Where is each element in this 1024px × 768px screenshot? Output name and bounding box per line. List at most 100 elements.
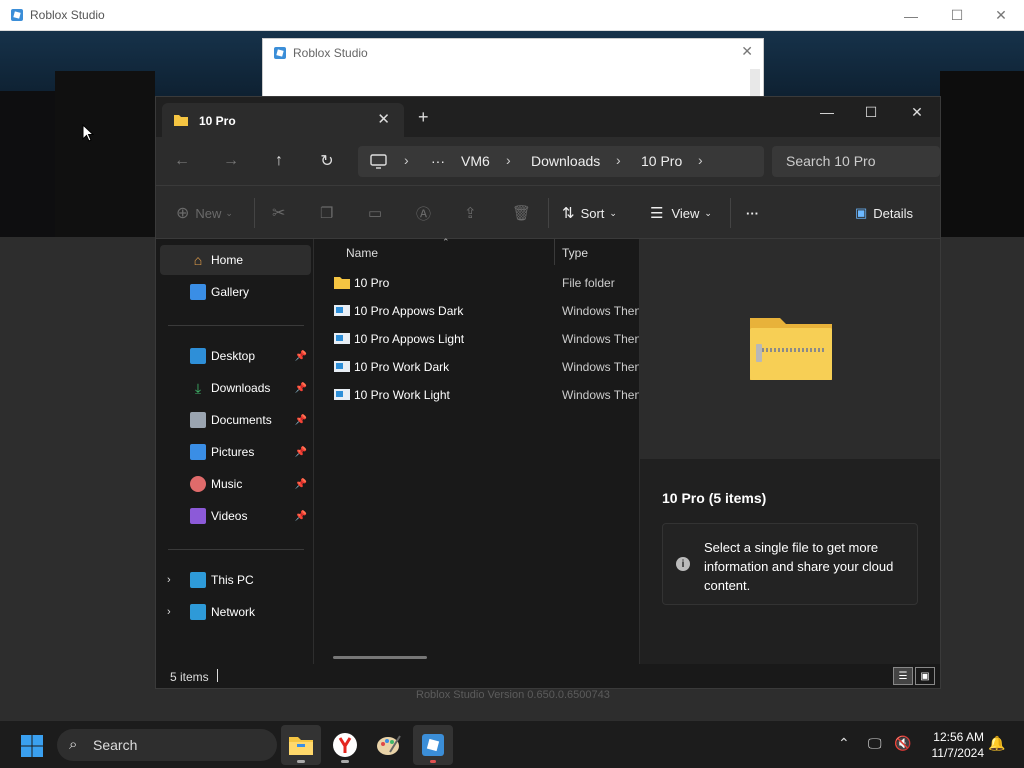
chevron-right-icon[interactable]: › <box>167 574 171 586</box>
sidebar-item-videos[interactable]: Videos 📌 <box>160 501 311 531</box>
chevron-right-icon[interactable]: › <box>167 606 171 618</box>
info-icon: i <box>676 557 690 571</box>
rename-button[interactable]: Ⓐ <box>416 203 431 223</box>
minimize-button[interactable]: — <box>888 0 934 31</box>
yandex-browser-icon <box>333 733 357 757</box>
folder-icon <box>174 115 188 126</box>
breadcrumb-10-pro[interactable]: 10 Pro <box>641 153 682 169</box>
trash-icon: 🗑 <box>512 205 532 222</box>
sort-button[interactable]: ⇅ Sort ⌄ <box>562 203 617 223</box>
plus-circle-icon: ⊕ <box>176 205 190 222</box>
column-header-type[interactable]: Type <box>562 246 588 260</box>
pin-icon[interactable]: 📌 <box>295 383 307 394</box>
taskbar-clock[interactable]: 12:56 AM 11/7/2024 <box>924 729 985 761</box>
pin-icon[interactable]: 📌 <box>295 511 307 522</box>
sidebar-item-this-pc[interactable]: › This PC <box>160 565 311 595</box>
tab-label: 10 Pro <box>199 114 236 128</box>
copy-icon: ❐ <box>320 205 334 222</box>
sidebar-item-label: Music <box>211 477 243 491</box>
file-row[interactable]: 10 Pro Appows Light Windows Then <box>315 325 639 353</box>
copy-button[interactable]: ❐ <box>320 203 333 223</box>
breadcrumb-vm6[interactable]: VM6 <box>461 153 490 169</box>
sidebar-item-documents[interactable]: Documents 📌 <box>160 405 311 435</box>
tiles-view-button[interactable]: ▣ <box>915 667 935 685</box>
roblox-studio-logo-icon <box>274 47 286 59</box>
file-row[interactable]: 10 Pro Work Light Windows Then <box>315 381 639 409</box>
file-explorer-icon <box>289 737 313 755</box>
details-label: Details <box>873 205 914 221</box>
refresh-button[interactable]: ↻ <box>315 149 339 173</box>
volume-muted-icon[interactable]: 🔇 <box>894 735 911 752</box>
search-input[interactable]: Search 10 Pro <box>772 146 940 177</box>
maximize-icon: ☐ <box>950 7 964 23</box>
taskbar-search-label: Search <box>93 737 138 753</box>
taskbar-roblox-studio[interactable] <box>413 725 453 765</box>
explorer-maximize-button[interactable]: ☐ <box>848 97 894 127</box>
column-header-name[interactable]: Name <box>346 246 378 260</box>
pin-icon[interactable]: 📌 <box>295 351 307 362</box>
delete-button[interactable]: 🗑 <box>512 203 531 223</box>
breadcrumb-downloads[interactable]: Downloads <box>531 153 600 169</box>
tab-close-icon[interactable]: ✕ <box>377 110 390 128</box>
breadcrumb-overflow[interactable]: ··· <box>431 153 445 169</box>
close-button[interactable]: ✕ <box>978 0 1024 31</box>
videos-icon <box>190 508 206 524</box>
forward-button[interactable]: → <box>219 149 243 173</box>
file-row[interactable]: 10 Pro Appows Dark Windows Then <box>315 297 639 325</box>
clock-time: 12:56 AM <box>933 730 984 744</box>
new-label: New <box>195 205 222 221</box>
sidebar-item-label: Network <box>211 605 256 619</box>
sidebar-item-desktop[interactable]: Desktop 📌 <box>160 341 311 371</box>
maximize-button[interactable]: ☐ <box>934 0 980 31</box>
notification-bell-icon[interactable]: 🔔 <box>988 735 1005 752</box>
taskbar-yandex-browser[interactable] <box>325 725 365 765</box>
command-bar: ⊕ New ⌄ ✂ ❐ ▭ Ⓐ ⇪ 🗑 ⇅ Sort ⌄ ☰ View ⌄ ··… <box>156 185 940 239</box>
tab-10-pro[interactable]: 10 Pro ✕ <box>162 103 404 137</box>
network-tray-icon[interactable]: 🖵 <box>868 735 882 752</box>
view-button[interactable]: ☰ View ⌄ <box>650 203 712 223</box>
new-tab-button[interactable]: + <box>418 107 429 128</box>
pin-icon[interactable]: 📌 <box>295 447 307 458</box>
sidebar-item-network[interactable]: › Network <box>160 597 311 627</box>
windows-start-icon[interactable] <box>20 734 44 758</box>
sidebar-divider <box>168 549 304 550</box>
sidebar-item-pictures[interactable]: Pictures 📌 <box>160 437 311 467</box>
search-icon: ⌕ <box>69 736 78 753</box>
details-view-button[interactable]: ☰ <box>893 667 913 685</box>
new-button[interactable]: ⊕ New ⌄ <box>176 203 233 223</box>
item-count: 5 items <box>170 670 209 684</box>
more-options-button[interactable]: ··· <box>746 203 759 223</box>
sidebar-item-gallery[interactable]: Gallery <box>160 277 311 307</box>
sidebar-item-label: Pictures <box>211 445 255 459</box>
splash-scrollbar[interactable] <box>750 69 760 97</box>
pin-icon[interactable]: 📌 <box>295 415 307 426</box>
explorer-minimize-button[interactable]: — <box>804 97 850 127</box>
horizontal-scrollbar[interactable] <box>333 656 427 659</box>
this-pc-icon <box>190 572 206 588</box>
share-button[interactable]: ⇪ <box>464 203 477 223</box>
sort-ascending-icon: ⌃ <box>442 237 450 247</box>
desktop-icon <box>190 348 206 364</box>
details-button[interactable]: ▣ Details <box>855 203 913 223</box>
file-row[interactable]: 10 Pro File folder <box>315 269 639 297</box>
sidebar-item-downloads[interactable]: ⤓ Downloads 📌 <box>160 373 311 403</box>
chevron-down-icon: ⌄ <box>704 207 712 218</box>
sidebar-item-home[interactable]: ⌂ Home <box>160 245 311 275</box>
splash-close-icon[interactable]: ✕ <box>741 43 753 60</box>
taskbar-paint[interactable] <box>369 725 409 765</box>
taskbar-search[interactable]: ⌕ Search <box>57 729 277 761</box>
sidebar-item-music[interactable]: Music 📌 <box>160 469 311 499</box>
file-row[interactable]: 10 Pro Work Dark Windows Then <box>315 353 639 381</box>
cut-button[interactable]: ✂ <box>272 203 285 223</box>
taskbar-file-explorer[interactable] <box>281 725 321 765</box>
paste-button[interactable]: ▭ <box>368 203 382 223</box>
explorer-close-button[interactable]: ✕ <box>894 97 940 127</box>
sidebar-item-label: Desktop <box>211 349 256 363</box>
address-bar[interactable]: › ··· VM6 › Downloads › 10 Pro › <box>358 146 764 177</box>
back-button[interactable]: ← <box>170 149 194 173</box>
pin-icon[interactable]: 📌 <box>295 479 307 490</box>
file-name: 10 Pro Work Dark <box>354 360 450 374</box>
sidebar-item-label: Home <box>211 253 244 267</box>
show-hidden-icons-button[interactable]: ⌃ <box>838 735 850 752</box>
up-button[interactable]: ↑ <box>267 149 291 173</box>
